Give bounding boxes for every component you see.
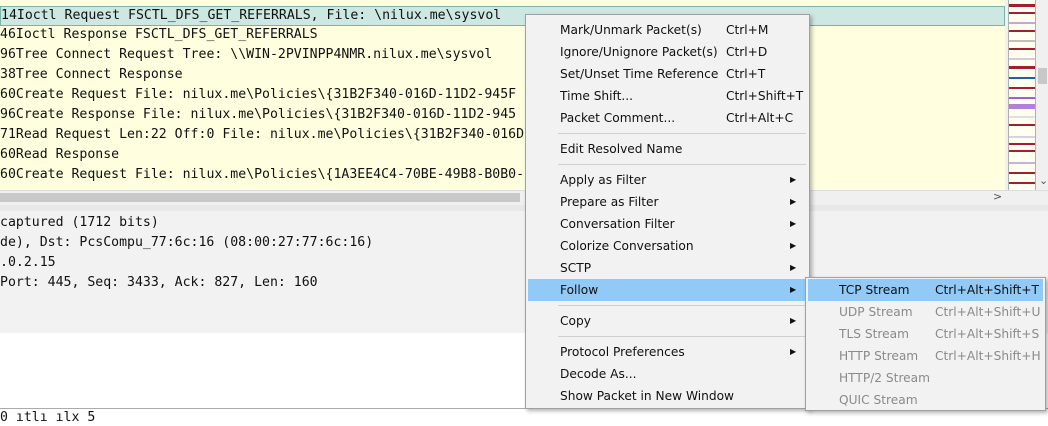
submenu-arrow-icon: ▶ [790,197,797,206]
submenu-item-udp-stream[interactable]: UDP Stream Ctrl+Alt+Shift+U [808,301,1043,323]
submenu-arrow-icon: ▶ [790,263,797,272]
packet-minimap[interactable] [1008,0,1036,190]
hscroll-thumb[interactable] [0,193,520,202]
packet-number-tail: 60 [0,167,16,182]
packet-row[interactable]: 96Tree Connect Request Tree: \\WIN-2PVIN… [0,45,1005,65]
packet-bytes-line: 0 ıtlı ılx 5 [0,410,96,425]
packet-row[interactable]: 96Create Response File: nilux.me\Policie… [0,105,1005,125]
minimap-mark [1009,162,1035,164]
minimap-mark [1009,48,1035,50]
minimap-mark [1009,172,1035,174]
packet-row[interactable]: 46Ioctl Response FSCTL_DFS_GET_REFERRALS [0,25,1005,45]
menu-separator [558,133,806,134]
menu-item-show-packet-new-window[interactable]: Show Packet in New Window [528,385,807,407]
packet-row-selected[interactable]: 14Ioctl Request FSCTL_DFS_GET_REFERRALS,… [0,6,1005,26]
detail-ethernet[interactable]: de), Dst: PcsCompu_77:6c:16 (08:00:27:77… [0,233,373,253]
minimap-mark [1009,104,1035,109]
packet-context-menu[interactable]: Mark/Unmark Packet(s) Ctrl+M Ignore/Unig… [525,14,810,409]
packet-info: Read Request Len:22 Off:0 File: nilux.me… [15,127,525,142]
packet-info: Create Request File: nilux.me\Policies\{… [15,87,517,102]
menu-item-apply-as-filter[interactable]: Apply as Filter ▶ [528,169,807,191]
menu-item-colorize-conversation[interactable]: Colorize Conversation ▶ [528,235,807,257]
minimap-mark [1009,66,1035,69]
menu-item-edit-resolved-name[interactable]: Edit Resolved Name [528,138,807,160]
packet-number-tail: 96 [0,107,16,122]
detail-tcp[interactable]: Port: 445, Seq: 3433, Ack: 827, Len: 160 [0,273,318,293]
packet-row[interactable]: 60Read Response [0,145,1005,165]
packet-info: Read Response [15,147,120,162]
menu-item-decode-as[interactable]: Decode As... [528,363,807,385]
submenu-item-tls-stream[interactable]: TLS Stream Ctrl+Alt+Shift+S [808,323,1043,345]
minimap-mark [1009,12,1035,14]
detail-frame[interactable]: captured (1712 bits) [0,213,159,233]
packet-number-tail: 71 [0,127,16,142]
menu-item-packet-comment[interactable]: Packet Comment... Ctrl+Alt+C [528,107,807,129]
minimap-mark [1009,116,1035,118]
menu-item-sctp[interactable]: SCTP ▶ [528,257,807,279]
submenu-arrow-icon: ▶ [790,175,797,184]
packet-row[interactable]: 71Read Request Len:22 Off:0 File: nilux.… [0,125,1005,145]
scrollbar-thumb[interactable] [1038,68,1047,84]
menu-item-protocol-preferences[interactable]: Protocol Preferences ▶ [528,341,807,363]
packet-number-tail: 96 [0,47,16,62]
menu-separator [558,336,806,337]
menu-item-copy[interactable]: Copy ▶ [528,310,807,332]
minimap-mark [1009,87,1035,89]
submenu-arrow-icon: ▶ [790,285,797,294]
packet-info: Create Request File: nilux.me\Policies\{… [15,167,525,182]
minimap-mark [1009,182,1035,184]
minimap-mark [1009,40,1035,42]
scroll-down-arrow[interactable]: ⌄ [1039,174,1048,187]
detail-ip[interactable]: .0.2.15 [0,253,56,273]
packet-info: Tree Connect Request Tree: \\WIN-2PVINPP… [15,47,493,62]
packet-number-tail: 60 [0,87,16,102]
minimap-mark [1009,22,1035,24]
packet-list[interactable]: 14Ioctl Request FSCTL_DFS_GET_REFERRALS,… [0,0,1005,190]
menu-separator [558,305,806,306]
menu-item-prepare-as-filter[interactable]: Prepare as Filter ▶ [528,191,807,213]
minimap-mark [1009,4,1035,7]
submenu-arrow-icon: ▶ [790,241,797,250]
menu-item-time-reference[interactable]: Set/Unset Time Reference Ctrl+T [528,63,807,85]
packet-row[interactable]: 60Create Request File: nilux.me\Policies… [0,165,1005,185]
packet-info: Ioctl Request FSCTL_DFS_GET_REFERRALS, F… [16,8,502,23]
minimap-mark [1009,77,1035,79]
packet-row[interactable]: 60Create Request File: nilux.me\Policies… [0,85,1005,105]
packet-number-tail: 14 [1,8,17,23]
minimap-mark [1009,143,1035,145]
packet-info: Ioctl Response FSCTL_DFS_GET_REFERRALS [15,27,318,42]
follow-submenu[interactable]: TCP Stream Ctrl+Alt+Shift+T UDP Stream C… [805,277,1046,411]
packet-list-scrollbar[interactable]: ⌄ [1005,0,1048,190]
menu-separator [558,164,806,165]
submenu-arrow-icon: ▶ [790,316,797,325]
minimap-mark [1009,97,1035,99]
minimap-mark [1009,136,1035,138]
submenu-item-quic-stream[interactable]: QUIC Stream [808,389,1043,411]
packet-row[interactable]: 38Tree Connect Response [0,65,1005,85]
minimap-mark [1009,150,1035,152]
menu-item-follow[interactable]: Follow ▶ [528,279,807,301]
menu-item-mark-packet[interactable]: Mark/Unmark Packet(s) Ctrl+M [528,19,807,41]
packet-number-tail: 46 [0,27,16,42]
submenu-item-http2-stream[interactable]: HTTP/2 Stream [808,367,1043,389]
menu-item-conversation-filter[interactable]: Conversation Filter ▶ [528,213,807,235]
packet-number-tail: 60 [0,147,16,162]
submenu-arrow-icon: ▶ [790,347,797,356]
minimap-mark [1009,124,1035,126]
packet-info: Create Response File: nilux.me\Policies\… [15,107,517,122]
packet-number-tail: 38 [0,67,16,82]
packet-list-hscrollbar[interactable]: > [0,190,1048,205]
submenu-item-http-stream[interactable]: HTTP Stream Ctrl+Alt+Shift+H [808,345,1043,367]
submenu-arrow-icon: ▶ [790,219,797,228]
minimap-mark [1009,30,1035,32]
submenu-item-tcp-stream[interactable]: TCP Stream Ctrl+Alt+Shift+T [808,279,1043,301]
scroll-right-arrow[interactable]: > [993,190,1002,203]
menu-item-time-shift[interactable]: Time Shift... Ctrl+Shift+T [528,85,807,107]
menu-item-ignore-packet[interactable]: Ignore/Unignore Packet(s) Ctrl+D [528,41,807,63]
minimap-mark [1009,58,1035,60]
scrollbar-track[interactable] [1037,0,1048,190]
packet-info: Tree Connect Response [15,67,183,82]
